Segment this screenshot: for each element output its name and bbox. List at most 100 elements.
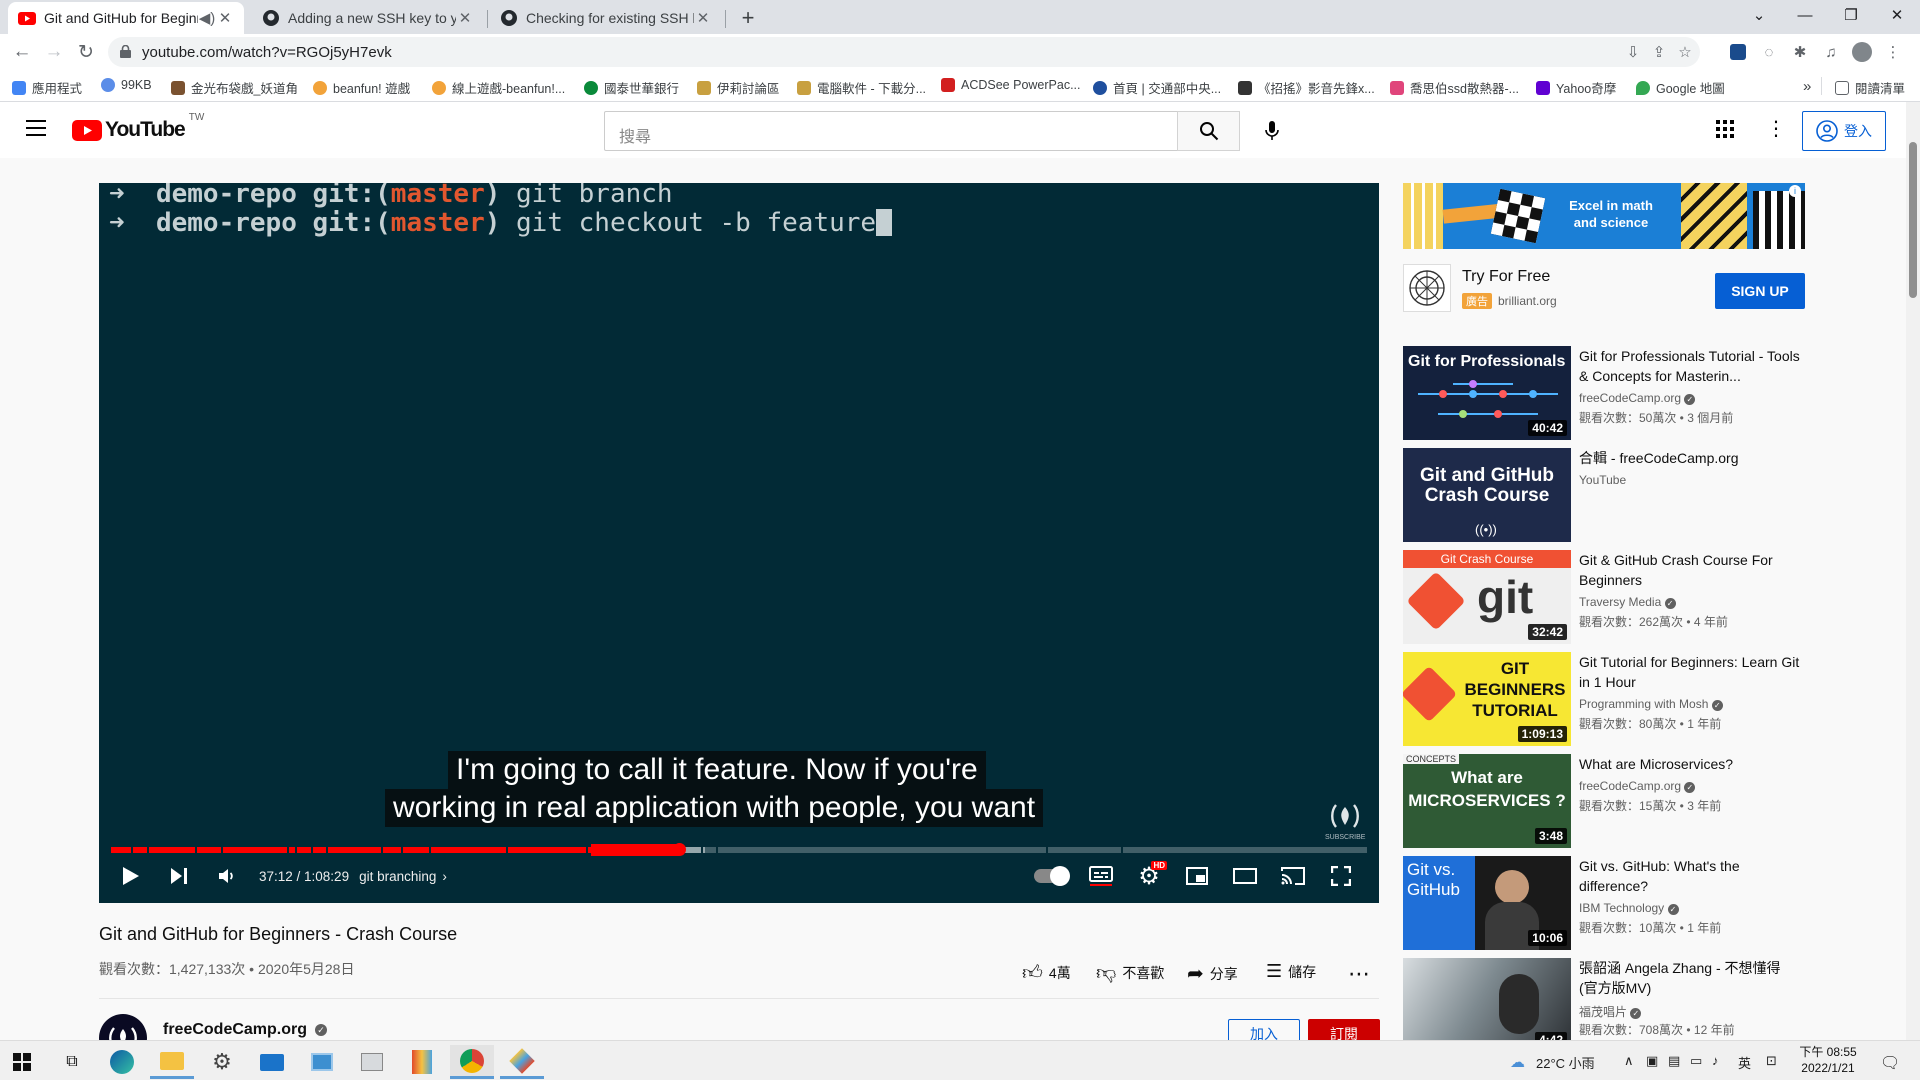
video-thumbnail[interactable]: 4:42 — [1403, 958, 1571, 1052]
ime-mode-icon[interactable]: ⊡ — [1766, 1053, 1777, 1069]
restore-button[interactable]: ❐ — [1828, 0, 1874, 30]
autoplay-toggle[interactable] — [1029, 858, 1073, 894]
scrubber-handle[interactable] — [672, 843, 686, 856]
extension-icon[interactable] — [1727, 41, 1749, 63]
avatar[interactable] — [1851, 41, 1873, 63]
bookmark-item[interactable]: beanfun! 遊戲 — [313, 78, 410, 97]
app-icon[interactable] — [400, 1045, 444, 1079]
puzzle-icon[interactable]: ✱ — [1789, 41, 1811, 63]
tab-audio-icon[interactable]: ◀) — [198, 9, 216, 27]
fullscreen-button[interactable] — [1323, 858, 1359, 894]
recommendation-item[interactable]: 4:42 張韶涵 Angela Zhang - 不想懂得 (官方版MV) 福茂唱… — [1403, 958, 1805, 1052]
bookmark-item[interactable]: 線上遊戲-beanfun!... — [432, 78, 565, 97]
bookmark-item[interactable]: Google 地圖 — [1636, 78, 1725, 97]
progress-bar[interactable] — [111, 843, 1367, 856]
video-thumbnail[interactable]: Git vs. GitHub 10:06 — [1403, 856, 1571, 950]
channel-watermark[interactable]: SUBSCRIBE — [1325, 803, 1365, 843]
bookmark-item[interactable]: 國泰世華銀行 — [584, 78, 679, 97]
video-thumbnail[interactable]: Git and GitHub Crash Course ((•)) — [1403, 448, 1571, 542]
bookmark-item[interactable]: 99KB — [101, 78, 152, 92]
bookmark-item[interactable]: 電腦軟件 - 下載分... — [797, 78, 926, 97]
media-control-icon[interactable]: ♫ — [1820, 41, 1842, 63]
ad-signup-button[interactable]: SIGN UP — [1715, 273, 1805, 309]
weather-icon[interactable]: ☁ — [1510, 1053, 1525, 1071]
recommendation-item[interactable]: Git and GitHub Crash Course ((•)) 合輯 - f… — [1403, 448, 1805, 542]
browser-tab[interactable]: Adding a new SSH key to your ✕ — [252, 2, 484, 34]
recommendation-item[interactable]: Git for Professionals 40:42 Git for Prof… — [1403, 346, 1805, 440]
ad-banner[interactable]: Excel in math and science i — [1403, 183, 1805, 249]
bookmark-item[interactable]: ACDSee PowerPac... — [941, 78, 1081, 92]
signin-button[interactable]: 登入 — [1802, 111, 1886, 151]
ad-row[interactable]: Try For Free 廣告 brilliant.org SIGN UP — [1403, 264, 1805, 314]
file-explorer-icon[interactable] — [150, 1045, 194, 1079]
subtitles-button[interactable] — [1083, 858, 1119, 894]
back-icon[interactable]: ← — [8, 38, 36, 66]
settings-gear-icon[interactable]: ⚙ — [200, 1045, 244, 1079]
page-scrollbar[interactable] — [1906, 102, 1920, 1040]
new-tab-button[interactable]: + — [734, 4, 762, 32]
git-tool-icon[interactable] — [500, 1045, 544, 1079]
miniplayer-button[interactable] — [1179, 858, 1215, 894]
voice-search-button[interactable] — [1252, 111, 1292, 151]
cast-button[interactable] — [1275, 858, 1311, 894]
address-bar[interactable]: youtube.com/watch?v=RGOj5yH7evk ⇩ ⇪ ☆ — [108, 37, 1700, 67]
dislike-button[interactable]: 👎︎ 不喜歡 — [1096, 961, 1164, 985]
apps-grid-icon[interactable] — [1716, 120, 1734, 138]
reload-icon[interactable]: ↻ — [72, 38, 100, 66]
video-thumbnail[interactable]: Git Crash Course git 32:42 — [1403, 550, 1571, 644]
mute-button[interactable] — [209, 858, 245, 894]
ime-indicator[interactable]: 英 — [1738, 1053, 1751, 1072]
recommendation-item[interactable]: Git Crash Course git 32:42 Git & GitHub … — [1403, 550, 1805, 644]
recommendation-item[interactable]: GIT BEGINNERS TUTORIAL 1:09:13 Git Tutor… — [1403, 652, 1805, 746]
menu-kebab-icon[interactable]: ⋮ — [1882, 41, 1904, 63]
bookmark-item[interactable]: 應用程式 — [12, 78, 82, 97]
browser-tab[interactable]: Checking for existing SSH keys ✕ — [490, 2, 722, 34]
notification-icon[interactable]: 🗨︎ — [1880, 1053, 1900, 1073]
extension-icon[interactable]: ◌ — [1758, 41, 1780, 63]
weather-text[interactable]: 22°C 小雨 — [1536, 1053, 1595, 1072]
volume-icon[interactable]: ♪ — [1712, 1053, 1719, 1068]
start-button[interactable] — [0, 1045, 44, 1079]
reading-list[interactable]: 閱讀清單 — [1835, 78, 1905, 97]
task-view-icon[interactable]: ⧉ — [50, 1045, 94, 1079]
play-button[interactable] — [113, 858, 149, 894]
tab-search-icon[interactable]: ⌄ — [1736, 0, 1782, 30]
tab-close-icon[interactable]: ✕ — [694, 9, 712, 27]
save-button[interactable]: ☰ 儲存 — [1266, 961, 1316, 982]
tab-close-icon[interactable]: ✕ — [456, 9, 474, 27]
ad-info-icon[interactable]: i — [1789, 185, 1801, 197]
bookmark-item[interactable]: 金光布袋戲_妖道角 — [171, 78, 298, 97]
share-button[interactable]: ➦ 分享 — [1187, 961, 1238, 986]
bookmark-item[interactable]: 《招搖》影音先鋒x... — [1238, 78, 1375, 97]
edge-icon[interactable] — [100, 1045, 144, 1079]
more-bookmarks-icon[interactable]: » — [1803, 78, 1811, 95]
bookmark-item[interactable]: 首頁 | 交通部中央... — [1093, 78, 1221, 97]
mail-icon[interactable] — [250, 1045, 294, 1079]
recommendation-item[interactable]: CONCEPTS What are MICROSERVICES ? 3:48 W… — [1403, 754, 1805, 848]
tray-app-icon[interactable]: ▣ — [1646, 1053, 1658, 1069]
youtube-logo[interactable]: YouTube TW — [72, 112, 204, 142]
settings-button[interactable]: ⚙ HD — [1131, 858, 1167, 894]
channel-name[interactable]: freeCodeCamp.org ✓ — [163, 1021, 328, 1039]
video-thumbnail[interactable]: CONCEPTS What are MICROSERVICES ? 3:48 — [1403, 754, 1571, 848]
settings-kebab-icon[interactable]: ⋮ — [1766, 116, 1786, 141]
search-input[interactable]: 搜尋 — [604, 111, 1178, 151]
clock[interactable]: 下午 08:55 2022/1/21 — [1796, 1044, 1860, 1076]
app-icon[interactable] — [300, 1045, 344, 1079]
next-button[interactable] — [161, 858, 197, 894]
video-player[interactable]: ➜ demo-repo git:(master) git branch ➜ de… — [99, 183, 1379, 903]
bookmark-star-icon[interactable]: ☆ — [1674, 41, 1696, 63]
install-app-icon[interactable]: ⇩ — [1622, 41, 1644, 63]
bookmark-item[interactable]: Yahoo奇摩 — [1536, 78, 1616, 97]
like-button[interactable]: 👍︎ 4萬 — [1022, 961, 1071, 985]
search-button[interactable] — [1177, 111, 1240, 151]
share-icon[interactable]: ⇪ — [1648, 41, 1670, 63]
video-thumbnail[interactable]: GIT BEGINNERS TUTORIAL 1:09:13 — [1403, 652, 1571, 746]
minimize-button[interactable]: — — [1782, 0, 1828, 30]
chapter-title[interactable]: git branching — [359, 869, 436, 884]
scrollbar-thumb[interactable] — [1909, 142, 1917, 298]
tray-app-icon[interactable]: ▤ — [1668, 1053, 1680, 1069]
network-icon[interactable]: ▭ — [1690, 1053, 1702, 1069]
tray-chevron-icon[interactable]: ∧ — [1624, 1053, 1634, 1069]
bookmark-item[interactable]: 伊莉討論區 — [697, 78, 780, 97]
